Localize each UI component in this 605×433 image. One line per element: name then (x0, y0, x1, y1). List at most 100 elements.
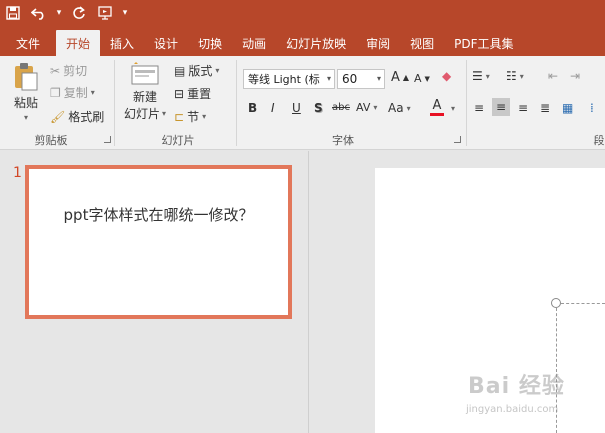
ribbon-tabs: 文件 开始 插入 设计 切换 动画 幻灯片放映 审阅 视图 PDF工具集 (0, 26, 605, 56)
align-right-icon: ≡ (518, 101, 529, 115)
new-slide-label-2: 幻灯片 (123, 107, 160, 121)
align-center-button[interactable]: ≡ (492, 98, 511, 116)
shrink-font-button[interactable]: A ▼ (414, 72, 430, 85)
bold-button[interactable]: B (248, 101, 257, 115)
reset-label: 重置 (187, 87, 212, 101)
tab-home[interactable]: 开始 (56, 30, 101, 56)
increase-indent-icon: ⇥ (570, 69, 581, 83)
justify-button[interactable]: ≣ (540, 101, 550, 115)
title-bar: ▾ ▾ (0, 0, 605, 26)
change-case-label: Aa (388, 101, 404, 115)
columns-icon: ⁞ (590, 101, 594, 115)
brush-icon: 🖌 (50, 109, 66, 124)
font-group-label: 字体 (332, 134, 354, 147)
redo-icon[interactable] (66, 0, 92, 26)
reset-button[interactable]: ⊟ 重置 (174, 85, 211, 102)
undo-dropdown-icon[interactable]: ▾ (52, 0, 66, 26)
tab-file[interactable]: 文件 (6, 30, 50, 56)
font-color-button[interactable]: A (430, 98, 444, 116)
align-left-button[interactable]: ≡ (474, 101, 484, 115)
columns-button[interactable]: ⁞ (590, 101, 594, 115)
new-slide-button[interactable]: 新建 幻灯片 ▾ (122, 62, 168, 122)
slide-thumbnail[interactable]: ppt字体样式在哪统一修改？ (26, 166, 291, 318)
cut-label: 剪切 (63, 64, 88, 78)
font-name-combobox[interactable]: 等线 Light (标 ▾ (243, 69, 335, 89)
underline-button[interactable]: U (292, 101, 301, 115)
paste-dropdown-icon[interactable]: ▾ (24, 113, 28, 122)
character-spacing-button[interactable]: AV ▾ (356, 101, 377, 114)
align-right-button[interactable]: ≡ (518, 101, 528, 115)
clear-formatting-button[interactable]: ◆ (442, 69, 451, 83)
copy-icon: ❐ (50, 85, 61, 100)
customize-qat-icon[interactable]: ▾ (118, 0, 132, 26)
tab-slideshow[interactable]: 幻灯片放映 (276, 30, 356, 56)
watermark-url: jingyan.baidu.com (466, 404, 559, 415)
paste-icon (15, 63, 38, 91)
undo-icon[interactable] (26, 0, 52, 26)
change-case-dropdown-icon: ▾ (406, 103, 411, 113)
section-icon: ⊏ (174, 109, 185, 124)
placeholder-border-top (561, 303, 605, 304)
tab-design[interactable]: 设计 (144, 30, 188, 56)
paste-button[interactable]: 粘贴 ▾ (10, 62, 42, 122)
scissors-icon: ✂ (50, 63, 61, 78)
font-size-value: 60 (342, 72, 358, 86)
font-name-dropdown-icon[interactable]: ▾ (327, 74, 331, 83)
section-label: 节 (187, 110, 200, 124)
paragraph-group-label: 段 (593, 134, 605, 147)
tab-animations[interactable]: 动画 (232, 30, 276, 56)
font-size-dropdown-icon[interactable]: ▾ (377, 74, 381, 83)
reset-icon: ⊟ (174, 86, 185, 101)
numbering-button[interactable]: ☷ ▾ (506, 69, 524, 83)
copy-dropdown-icon: ▾ (90, 88, 95, 97)
justify-icon: ≣ (540, 101, 551, 115)
font-size-combobox[interactable]: 60 ▾ (337, 69, 385, 89)
group-separator (466, 60, 467, 146)
section-dropdown-icon: ▾ (202, 112, 207, 121)
shadow-button[interactable]: S (314, 101, 323, 115)
cut-button[interactable]: ✂ 剪切 (50, 62, 87, 79)
numbering-icon: ☷ (506, 69, 517, 83)
layout-icon: ▤ (174, 63, 186, 78)
decrease-indent-button[interactable]: ⇤ (548, 69, 558, 83)
copy-button[interactable]: ❐ 复制 ▾ (50, 84, 95, 101)
character-spacing-label: AV (356, 101, 371, 114)
grow-font-button[interactable]: A ▲ (391, 70, 409, 85)
distributed-icon: ▦ (562, 101, 574, 115)
group-separator (114, 60, 115, 146)
layout-button[interactable]: ▤ 版式 ▾ (174, 62, 219, 79)
tab-pdf-tools[interactable]: PDF工具集 (444, 30, 523, 56)
align-left-icon: ≡ (474, 101, 485, 115)
bullets-button[interactable]: ☰ ▾ (472, 69, 490, 83)
tab-view[interactable]: 视图 (400, 30, 444, 56)
tab-transitions[interactable]: 切换 (188, 30, 232, 56)
layout-label: 版式 (188, 64, 213, 78)
italic-button[interactable]: I (271, 101, 275, 115)
new-slide-icon (131, 62, 159, 85)
bullets-icon: ☰ (472, 69, 483, 83)
shrink-font-label: A (414, 72, 422, 85)
format-painter-button[interactable]: 🖌 格式刷 (50, 108, 104, 125)
increase-indent-button[interactable]: ⇥ (570, 69, 580, 83)
slide-number: 1 (13, 165, 22, 181)
save-icon[interactable] (0, 0, 26, 26)
font-color-bar (430, 113, 444, 116)
font-launcher-icon[interactable] (454, 136, 461, 143)
resize-handle[interactable] (551, 298, 561, 308)
font-color-dropdown-icon[interactable]: ▾ (451, 104, 455, 113)
copy-label: 复制 (63, 86, 88, 100)
paste-label: 粘贴 (13, 96, 38, 110)
start-from-beginning-icon[interactable] (92, 0, 118, 26)
distributed-button[interactable]: ▦ (562, 101, 573, 115)
section-button[interactable]: ⊏ 节 ▾ (174, 108, 206, 125)
change-case-button[interactable]: Aa ▾ (388, 101, 411, 115)
font-color-label: A (432, 98, 442, 113)
ribbon-home: 粘贴 ▾ ✂ 剪切 ❐ 复制 ▾ 🖌 格式刷 剪贴板 新建 幻灯片 ▾ ▤ 版式… (0, 56, 605, 150)
slides-group-label: 幻灯片 (161, 134, 195, 147)
decrease-indent-icon: ⇤ (548, 69, 559, 83)
group-separator (236, 60, 237, 146)
strikethrough-button[interactable]: abc (332, 102, 350, 113)
clipboard-launcher-icon[interactable] (104, 136, 111, 143)
tab-review[interactable]: 审阅 (356, 30, 400, 56)
tab-insert[interactable]: 插入 (100, 30, 144, 56)
